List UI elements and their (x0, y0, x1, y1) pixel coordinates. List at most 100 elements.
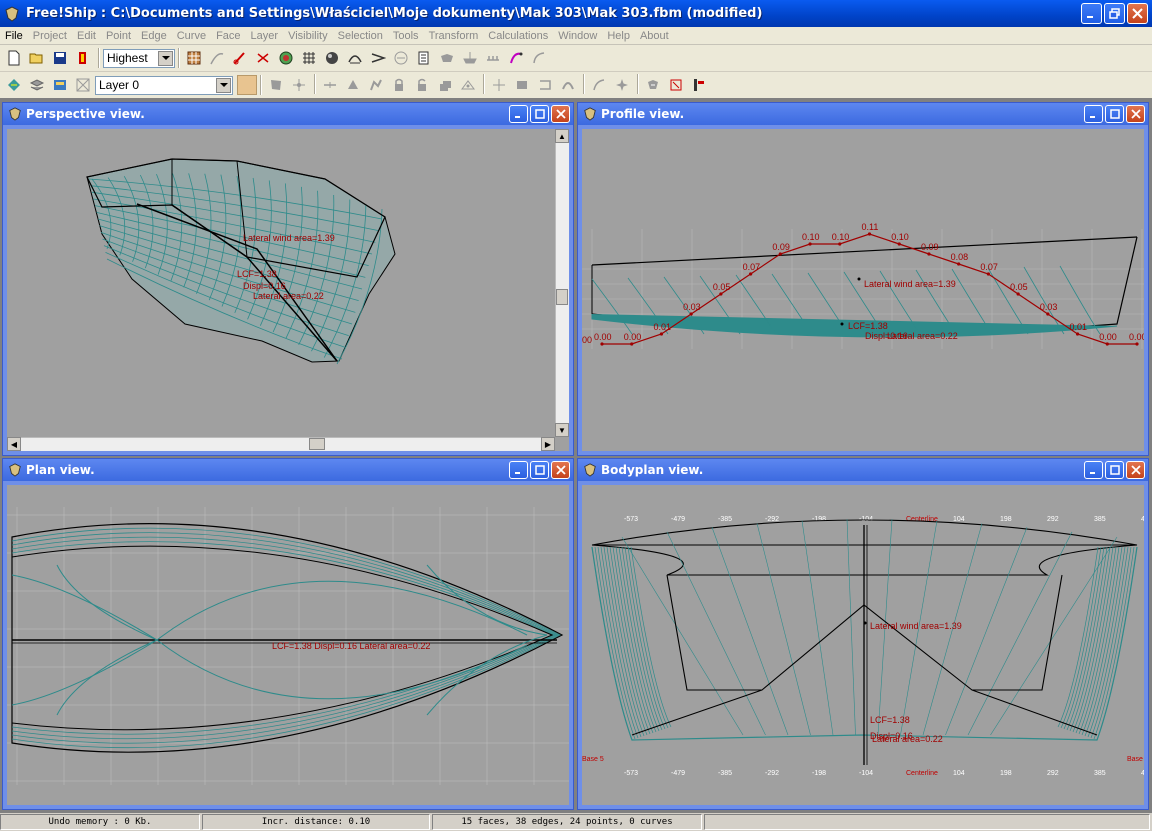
lock-point-button[interactable] (388, 74, 410, 96)
scroll-left-icon[interactable]: ◀ (7, 437, 21, 451)
menu-item-project[interactable]: Project (28, 30, 72, 42)
layer-select[interactable]: Layer 0 (95, 75, 233, 95)
open-file-button[interactable] (26, 47, 48, 69)
intersect-button[interactable] (488, 74, 510, 96)
select-all-button[interactable] (642, 74, 664, 96)
vertical-scrollbar[interactable]: ▲ ▼ (555, 129, 569, 437)
deck-button[interactable] (482, 47, 504, 69)
layer-properties-button[interactable] (49, 74, 71, 96)
minimize-button[interactable] (1081, 3, 1102, 24)
shade-button[interactable] (321, 47, 343, 69)
new-face-button[interactable] (265, 74, 287, 96)
menu-item-selection[interactable]: Selection (333, 30, 388, 42)
scroll-up-icon[interactable]: ▲ (555, 129, 569, 143)
menu-item-tools[interactable]: Tools (388, 30, 424, 42)
scroll-down-icon[interactable]: ▼ (555, 423, 569, 437)
edge-connect-button[interactable] (557, 74, 579, 96)
unlock-point-button[interactable] (411, 74, 433, 96)
color-picker-button[interactable] (688, 74, 710, 96)
curve-tool-button[interactable] (528, 47, 550, 69)
close-button[interactable] (551, 105, 570, 123)
perspective-view-titlebar[interactable]: Perspective view. (3, 103, 573, 125)
layer-color-swatch[interactable] (237, 75, 257, 95)
point-align-button[interactable] (288, 74, 310, 96)
scroll-thumb[interactable] (556, 289, 568, 305)
minimize-button[interactable] (509, 461, 528, 479)
flowlines-button[interactable] (367, 47, 389, 69)
edge-split-button[interactable] (319, 74, 341, 96)
menu-item-curve[interactable]: Curve (172, 30, 211, 42)
minimize-button[interactable] (509, 105, 528, 123)
profile-hull-render[interactable]: 0.00 0.00 0.01 0.03 0.05 0.07 0.09 0.10 0.10 0.11… (582, 129, 1144, 451)
menu-item-point[interactable]: Point (101, 30, 136, 42)
flip-normal-button[interactable] (611, 74, 633, 96)
control-net-button[interactable] (183, 47, 205, 69)
unlock-all-button[interactable] (434, 74, 456, 96)
menu-item-calculations[interactable]: Calculations (483, 30, 553, 42)
interior-edges-button[interactable] (206, 47, 228, 69)
exit-button[interactable] (72, 47, 94, 69)
menu-item-visibility[interactable]: Visibility (283, 30, 333, 42)
lines-plan-button[interactable] (413, 47, 435, 69)
bodyplan-view-window[interactable]: Bodyplan view. -573 -479 -385 -292 -198 -104 C… (577, 458, 1149, 810)
deselect-button[interactable] (665, 74, 687, 96)
bodyplan-viewport[interactable]: -573 -479 -385 -292 -198 -104 Centerline 104 198… (582, 485, 1144, 805)
curvature-button[interactable] (344, 47, 366, 69)
precision-select[interactable]: Highest (103, 48, 175, 68)
bodyplan-view-titlebar[interactable]: Bodyplan view. (578, 459, 1148, 481)
waterlines-button[interactable] (275, 47, 297, 69)
plan-view-titlebar[interactable]: Plan view. (3, 459, 573, 481)
collapse-button[interactable] (342, 74, 364, 96)
insert-plane-button[interactable] (457, 74, 479, 96)
close-button[interactable] (1126, 105, 1145, 123)
menu-item-face[interactable]: Face (211, 30, 245, 42)
new-file-button[interactable] (3, 47, 25, 69)
plan-view-window[interactable]: Plan view. LCF=1.38 Displ=0.16 Lateral a… (2, 458, 574, 810)
maximize-button[interactable] (530, 105, 549, 123)
layer-delete-button[interactable] (72, 74, 94, 96)
maximize-button[interactable] (530, 461, 549, 479)
save-button[interactable] (49, 47, 71, 69)
menu-item-edge[interactable]: Edge (136, 30, 172, 42)
stations-button[interactable] (229, 47, 251, 69)
maximize-button[interactable] (1105, 461, 1124, 479)
close-button[interactable] (1126, 461, 1145, 479)
menu-item-transform[interactable]: Transform (424, 30, 484, 42)
restore-button[interactable] (1104, 3, 1125, 24)
perspective-hull-render[interactable]: Lateral wind area=1.39 LCF=1.38 Displ=0.16… (7, 129, 569, 451)
menu-item-edit[interactable]: Edit (72, 30, 101, 42)
hull-shape-button[interactable] (436, 47, 458, 69)
close-button[interactable] (1127, 3, 1148, 24)
minimize-button[interactable] (1084, 105, 1103, 123)
plan-viewport[interactable]: LCF=1.38 Displ=0.16 Lateral area=0.22 (7, 485, 569, 805)
crease-button[interactable] (365, 74, 387, 96)
menu-item-about[interactable]: About (635, 30, 674, 42)
menu-item-window[interactable]: Window (553, 30, 602, 42)
title-bar[interactable]: Free!Ship : C:\Documents and Settings\Wł… (0, 0, 1152, 27)
hydrostatics-button[interactable] (390, 47, 412, 69)
grid-button[interactable] (298, 47, 320, 69)
perspective-view-window[interactable]: Perspective view. Lateral wind area=1.39… (2, 102, 574, 456)
menu-item-file[interactable]: File (0, 30, 28, 42)
plan-hull-render[interactable]: LCF=1.38 Displ=0.16 Lateral area=0.22 (7, 485, 569, 805)
maximize-button[interactable] (1105, 105, 1124, 123)
boat-button[interactable] (459, 47, 481, 69)
close-button[interactable] (551, 461, 570, 479)
mirror-face-button[interactable] (588, 74, 610, 96)
menu-item-layer[interactable]: Layer (246, 30, 284, 42)
profile-view-window[interactable]: Profile view. 0.00 0.00 0.01 0.03 0.05 0.07 0.… (577, 102, 1149, 456)
perspective-viewport[interactable]: Lateral wind area=1.39 LCF=1.38 Displ=0.16… (7, 129, 569, 451)
layer-colors-button[interactable] (3, 74, 25, 96)
extrude-button[interactable] (511, 74, 533, 96)
profile-viewport[interactable]: 0.00 0.00 0.01 0.03 0.05 0.07 0.09 0.10 0.10 0.11… (582, 129, 1144, 451)
layer-auto-button[interactable] (26, 74, 48, 96)
profile-view-titlebar[interactable]: Profile view. (578, 103, 1148, 125)
minimize-button[interactable] (1084, 461, 1103, 479)
new-curve-button[interactable] (534, 74, 556, 96)
bodyplan-hull-render[interactable]: -573 -479 -385 -292 -198 -104 Centerline 104 198… (582, 485, 1144, 805)
horizontal-scrollbar[interactable]: ◀ ▶ (7, 437, 555, 451)
menu-item-help[interactable]: Help (602, 30, 635, 42)
buttocks-button[interactable] (252, 47, 274, 69)
scroll-thumb[interactable] (309, 438, 325, 450)
scroll-right-icon[interactable]: ▶ (541, 437, 555, 451)
